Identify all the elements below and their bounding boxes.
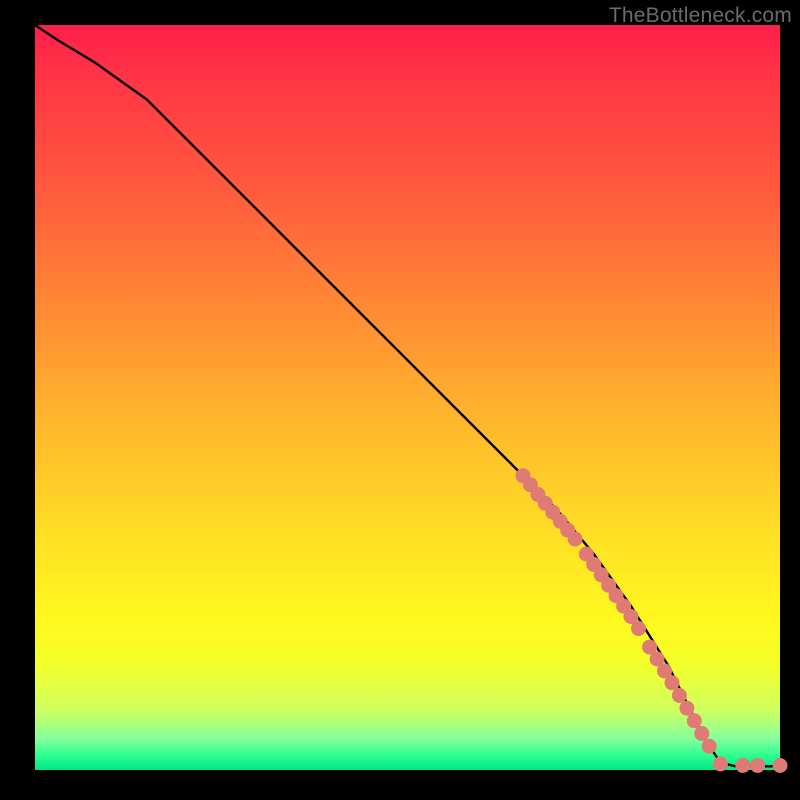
data-marker bbox=[679, 701, 694, 716]
data-marker bbox=[702, 739, 717, 754]
watermark-text: TheBottleneck.com bbox=[609, 4, 792, 28]
chart-svg bbox=[35, 25, 780, 770]
data-marker bbox=[672, 688, 687, 703]
chart-container: TheBottleneck.com bbox=[0, 0, 800, 800]
data-marker bbox=[631, 621, 646, 636]
curve-line bbox=[35, 25, 780, 766]
curve-markers bbox=[516, 468, 788, 773]
data-marker bbox=[773, 758, 788, 773]
data-marker bbox=[665, 675, 680, 690]
data-marker bbox=[687, 713, 702, 728]
data-marker bbox=[694, 726, 709, 741]
data-marker bbox=[713, 757, 728, 772]
data-marker bbox=[750, 758, 765, 773]
plot-area bbox=[35, 25, 780, 770]
data-marker bbox=[568, 532, 583, 547]
data-marker bbox=[735, 758, 750, 773]
